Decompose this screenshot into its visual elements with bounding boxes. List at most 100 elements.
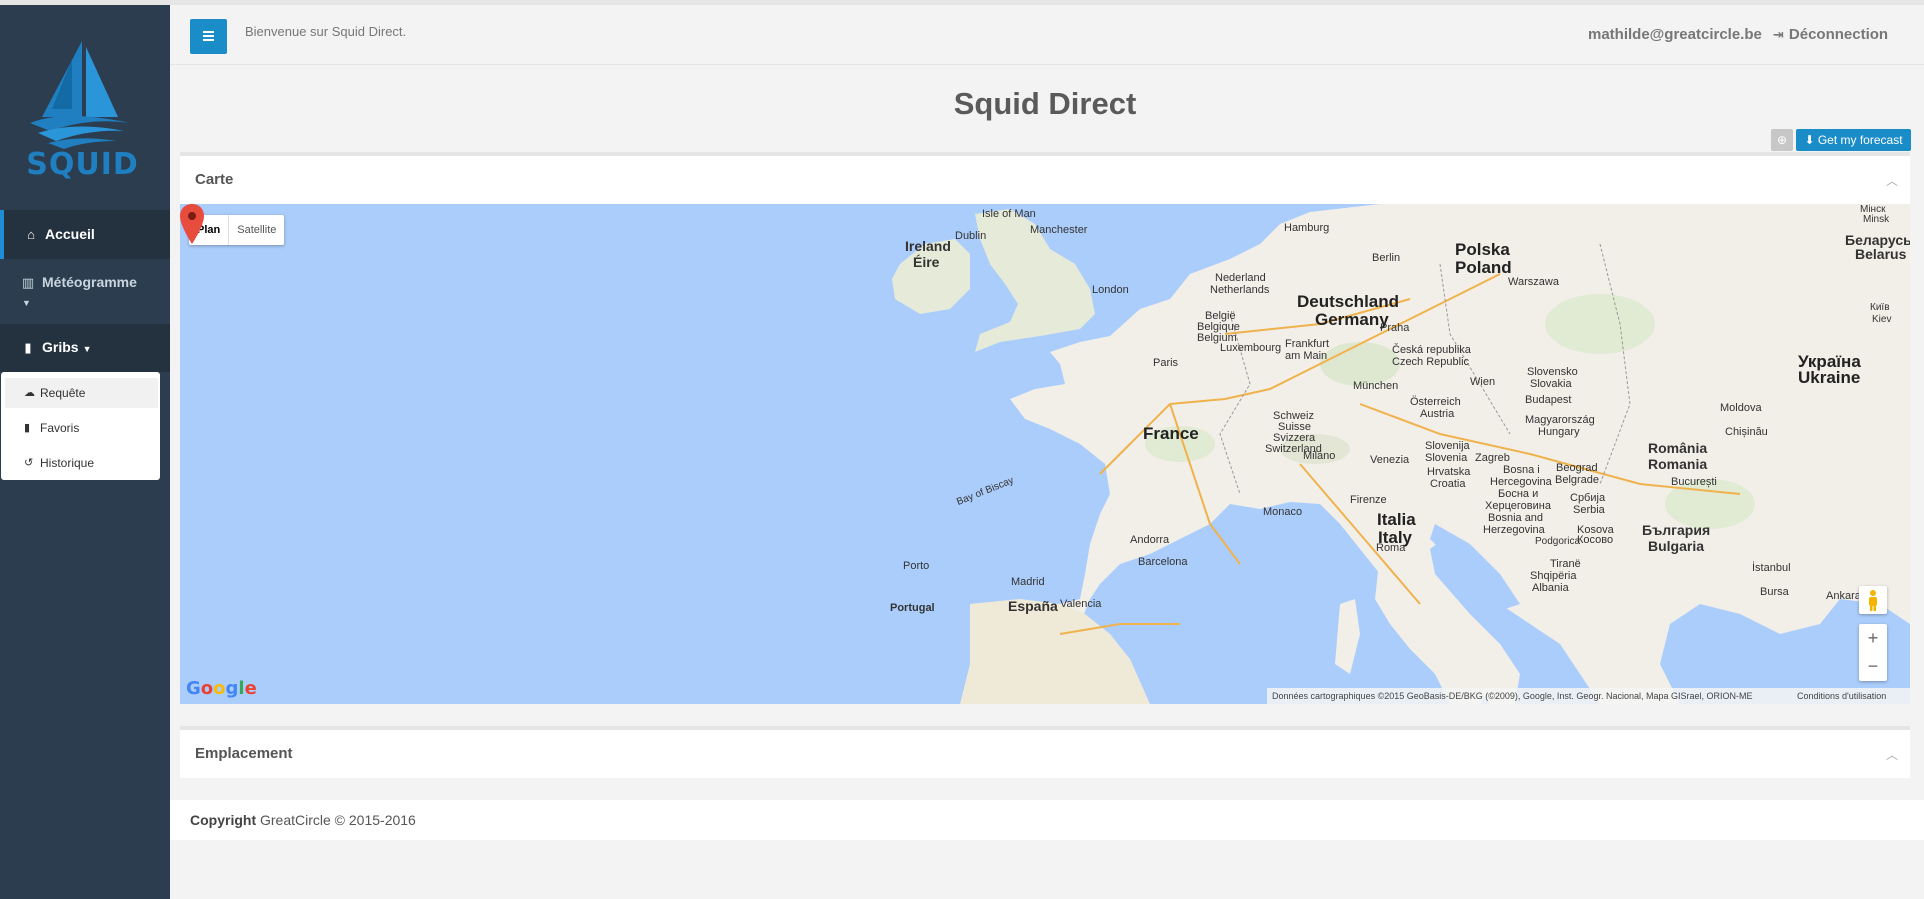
map-label: Nederland <box>1215 272 1266 284</box>
chevron-up-icon[interactable]: ︿ <box>1886 172 1898 189</box>
map-label: Chișinău <box>1725 426 1768 438</box>
crosshair-icon: ⊕ <box>1776 133 1788 147</box>
map-marker-icon[interactable] <box>180 204 204 244</box>
map-label: Czech Republic <box>1392 356 1470 368</box>
map-label: Valencia <box>1060 598 1102 610</box>
submenu-label: Historique <box>40 456 95 470</box>
map-label: Monaco <box>1263 506 1303 518</box>
sail-logo-icon <box>30 41 130 149</box>
map-label: Ireland <box>905 238 951 254</box>
sidebar-item-label: Météogramme <box>42 274 137 290</box>
squid-logo[interactable]: SQUID <box>20 39 145 189</box>
map-label: Hungary <box>1538 426 1580 438</box>
map-label: Venezia <box>1370 454 1410 466</box>
header-divider <box>170 64 1924 65</box>
map-label: Bosna i <box>1503 464 1540 476</box>
map-label: Ukraine <box>1798 368 1861 387</box>
map-label: London <box>1092 284 1129 296</box>
hamburger-icon <box>203 35 214 37</box>
zoom-out-button[interactable]: − <box>1859 652 1887 680</box>
submenu-item-historique[interactable]: ↺ Historique <box>5 448 158 478</box>
terms-link[interactable]: Conditions d'utilisation <box>1797 688 1886 704</box>
map-label: Hercegovina <box>1490 476 1552 488</box>
map-label: Italia <box>1377 510 1416 529</box>
sidebar-item-gribs[interactable]: ▮ Gribs ▼ <box>0 324 170 372</box>
map-label: Firenze <box>1350 494 1387 506</box>
map-label: Isle of Man <box>982 208 1036 220</box>
map-label: Bosnia and <box>1488 512 1544 524</box>
zoom-control: + − <box>1859 624 1887 681</box>
emplacement-panel-header[interactable]: Emplacement ︿ <box>180 730 1910 778</box>
pegman-icon <box>1869 590 1877 611</box>
map-label: İstanbul <box>1752 562 1791 574</box>
file-icon: ▮ <box>24 340 32 355</box>
map-label: Poland <box>1455 258 1512 277</box>
map-label: Босна и <box>1498 488 1539 500</box>
carte-panel-header[interactable]: Carte ︿ <box>180 156 1910 205</box>
map-label: Österreich <box>1410 396 1461 408</box>
logo-text: SQUID <box>26 147 139 182</box>
caret-down-icon: ▼ <box>22 298 31 308</box>
menu-toggle-button[interactable] <box>190 19 227 54</box>
gribs-submenu: ☁ Requête ▮ Favoris ↺ Historique <box>1 372 160 480</box>
map-label: Bursa <box>1760 586 1789 598</box>
user-email-link[interactable]: mathilde@greatcircle.be <box>1588 26 1762 43</box>
map-label: Magyarország <box>1525 414 1595 426</box>
bookmark-icon: ▮ <box>24 422 31 434</box>
zoom-in-button[interactable]: + <box>1859 624 1887 652</box>
map-label: Madrid <box>1011 576 1045 588</box>
sidebar-item-meteogramme[interactable]: ▥ Météogramme ▼ <box>0 259 170 324</box>
map-label: Dublin <box>955 230 987 242</box>
map-label: Warszawa <box>1508 276 1559 288</box>
submenu-label: Favoris <box>40 421 80 435</box>
footer: Copyright GreatCircle © 2015-2016 <box>170 800 1924 840</box>
sidebar-item-label: Gribs <box>42 339 79 355</box>
map-label: Paris <box>1153 357 1179 369</box>
home-icon: ⌂ <box>27 227 35 242</box>
history-icon: ↺ <box>24 457 34 469</box>
map-label: Hamburg <box>1284 222 1330 234</box>
map-label: Croatia <box>1430 478 1466 490</box>
sidebar-item-label: Accueil <box>45 226 95 242</box>
map-label: Shqipëria <box>1530 570 1577 582</box>
street-view-pegman-button[interactable] <box>1859 586 1887 614</box>
map-label: Porto <box>903 560 930 572</box>
panel-title: Emplacement <box>195 745 293 762</box>
get-forecast-button[interactable]: ⬇ Get my forecast <box>1796 129 1911 151</box>
submenu-label: Requête <box>40 386 86 400</box>
map-label: am Main <box>1285 350 1328 362</box>
map-label: Tiranë <box>1550 558 1581 570</box>
submenu-item-requete[interactable]: ☁ Requête <box>5 378 158 408</box>
map-label: Romania <box>1648 456 1708 472</box>
map-label: Moldova <box>1720 402 1762 414</box>
map-label: Frankfurt <box>1285 338 1330 350</box>
chevron-up-icon[interactable]: ︿ <box>1886 746 1898 763</box>
bar-chart-icon: ▥ <box>21 275 35 290</box>
map-label: Kiev <box>1872 314 1892 325</box>
map-label: Éire <box>913 254 940 270</box>
sidebar-item-accueil[interactable]: ⌂ Accueil <box>0 210 170 259</box>
location-button[interactable]: ⊕ <box>1771 129 1793 151</box>
map-label: Roma <box>1376 542 1406 554</box>
map-label: Київ <box>1870 302 1890 313</box>
map-label: Praha <box>1380 322 1410 334</box>
map-label: Česká republika <box>1392 344 1471 356</box>
map-label: România <box>1648 440 1708 456</box>
map-label: España <box>1008 598 1058 614</box>
map-label: Херцеговина <box>1485 500 1551 512</box>
hamburger-icon <box>203 31 214 33</box>
carte-panel: Carte ︿ Plan Satellite Isle of Man Dubli… <box>180 152 1910 704</box>
map-type-satellite-button[interactable]: Satellite <box>229 215 284 245</box>
google-logo: Google <box>186 678 257 699</box>
map-label: Beograd <box>1556 462 1598 474</box>
hamburger-icon <box>203 39 214 41</box>
map-label: Budapest <box>1525 394 1572 406</box>
map-label: Slovenia <box>1425 452 1468 464</box>
map-label: München <box>1353 380 1399 392</box>
submenu-item-favoris[interactable]: ▮ Favoris <box>5 413 158 443</box>
map-label: Podgorica <box>1535 536 1581 547</box>
emplacement-panel: Emplacement ︿ <box>180 726 1910 778</box>
map-label: Luxembourg <box>1220 342 1282 354</box>
logout-link[interactable]: ⇥ Déconnection <box>1773 26 1888 43</box>
map[interactable]: Plan Satellite Isle of Man Dublin Ireland… <box>180 204 1910 704</box>
